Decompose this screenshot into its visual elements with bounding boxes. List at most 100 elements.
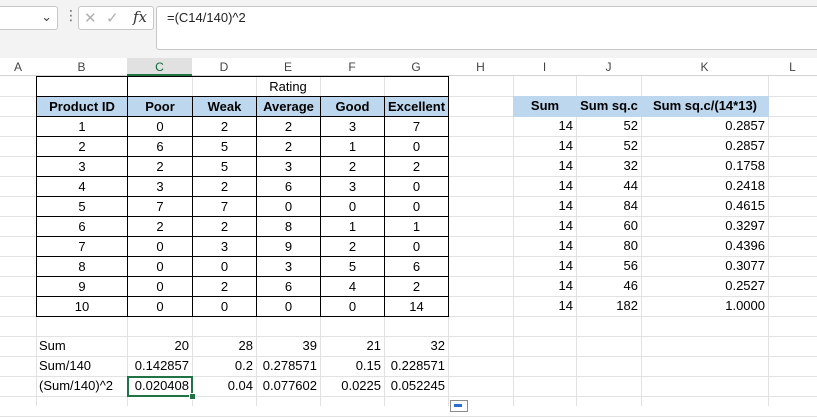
column-header-b[interactable]: B <box>36 58 127 76</box>
table-cell[interactable]: 2 <box>192 176 257 197</box>
table-cell[interactable]: 3 <box>36 156 128 177</box>
stats-cell[interactable]: 32 <box>576 156 642 177</box>
column-header-a[interactable]: A <box>0 58 36 76</box>
table-cell[interactable]: 2 <box>127 156 193 177</box>
stats-cell[interactable]: 14 <box>513 156 577 177</box>
summary-value[interactable]: 20 <box>127 336 193 357</box>
worksheet-grid[interactable]: A B C D E F G H I J K L Rating Product ID Poor Weak Aver… <box>0 58 817 417</box>
table-cell[interactable]: 2 <box>192 216 257 237</box>
stats-header[interactable]: Sum sq.c/(14*13) <box>641 96 769 117</box>
table-cell[interactable]: 0 <box>256 196 321 217</box>
table-cell[interactable]: 6 <box>127 136 193 157</box>
selected-cell-outline[interactable] <box>127 376 193 397</box>
stats-cell[interactable]: 44 <box>576 176 642 197</box>
rating-group-header[interactable]: Rating <box>127 76 449 97</box>
stats-cell[interactable]: 14 <box>513 276 577 297</box>
fill-handle[interactable] <box>189 393 196 400</box>
stats-cell[interactable]: 52 <box>576 116 642 137</box>
table-cell[interactable]: 5 <box>320 256 385 277</box>
table-cell[interactable]: 6 <box>36 216 128 237</box>
table-cell[interactable]: 2 <box>256 136 321 157</box>
table-cell[interactable]: 4 <box>36 176 128 197</box>
stats-cell[interactable]: 46 <box>576 276 642 297</box>
summary-value[interactable]: 0.077602 <box>256 376 321 397</box>
stats-cell[interactable]: 14 <box>513 136 577 157</box>
table-cell[interactable]: 2 <box>256 116 321 137</box>
summary-label[interactable]: (Sum/140)^2 <box>36 376 128 397</box>
table-cell[interactable]: 0 <box>384 196 449 217</box>
table-cell[interactable]: 6 <box>256 176 321 197</box>
table-cell[interactable]: 6 <box>384 256 449 277</box>
summary-value[interactable]: 32 <box>384 336 449 357</box>
column-header-i[interactable]: I <box>513 58 576 76</box>
summary-value[interactable]: 0.142857 <box>127 356 193 377</box>
table-cell[interactable]: 9 <box>36 276 128 297</box>
stats-cell[interactable]: 0.2857 <box>641 116 769 137</box>
table-cell[interactable]: 9 <box>256 236 321 257</box>
summary-value[interactable]: 0.052245 <box>384 376 449 397</box>
table-cell[interactable]: 5 <box>192 156 257 177</box>
stats-cell[interactable]: 14 <box>513 296 577 317</box>
stats-cell[interactable]: 80 <box>576 236 642 257</box>
quick-analysis-icon[interactable] <box>450 400 468 412</box>
table-cell[interactable]: 3 <box>192 236 257 257</box>
table-cell[interactable]: 8 <box>36 256 128 277</box>
name-box[interactable]: ⌄ <box>0 6 58 30</box>
table-cell[interactable]: 3 <box>320 176 385 197</box>
table-cell[interactable]: 6 <box>256 276 321 297</box>
table-cell[interactable]: 1 <box>320 136 385 157</box>
summary-value[interactable]: 28 <box>192 336 257 357</box>
table-cell[interactable] <box>36 76 128 97</box>
table-cell[interactable]: 10 <box>36 296 128 317</box>
table-cell[interactable]: 3 <box>256 156 321 177</box>
column-header-k[interactable]: K <box>641 58 768 76</box>
summary-value[interactable]: 0.04 <box>192 376 257 397</box>
stats-cell[interactable]: 0.4396 <box>641 236 769 257</box>
summary-value[interactable]: 0.0225 <box>320 376 385 397</box>
column-header-g[interactable]: G <box>384 58 448 76</box>
stats-cell[interactable]: 14 <box>513 256 577 277</box>
table-cell[interactable]: 1 <box>320 216 385 237</box>
table-cell[interactable]: 4 <box>320 276 385 297</box>
stats-cell[interactable]: 0.3297 <box>641 216 769 237</box>
stats-header[interactable]: Sum <box>513 96 577 117</box>
table-cell[interactable]: 0 <box>384 236 449 257</box>
stats-cell[interactable]: 1.0000 <box>641 296 769 317</box>
column-header-d[interactable]: D <box>192 58 256 76</box>
column-header-j[interactable]: J <box>576 58 641 76</box>
table-cell[interactable]: 3 <box>127 176 193 197</box>
summary-value[interactable]: 21 <box>320 336 385 357</box>
table-cell[interactable]: 2 <box>127 216 193 237</box>
table-cell[interactable]: 14 <box>384 296 449 317</box>
stats-cell[interactable]: 182 <box>576 296 642 317</box>
table-cell[interactable]: 2 <box>192 116 257 137</box>
table-header[interactable]: Poor <box>127 96 193 117</box>
table-cell[interactable]: 7 <box>192 196 257 217</box>
stats-header[interactable]: Sum sq.c <box>576 96 642 117</box>
column-header-h[interactable]: H <box>448 58 513 76</box>
stats-cell[interactable]: 14 <box>513 236 577 257</box>
table-cell[interactable]: 3 <box>256 256 321 277</box>
table-cell[interactable]: 5 <box>192 136 257 157</box>
stats-cell[interactable]: 60 <box>576 216 642 237</box>
column-header-f[interactable]: F <box>320 58 384 76</box>
table-cell[interactable]: 0 <box>127 236 193 257</box>
table-cell[interactable]: 2 <box>192 276 257 297</box>
stats-cell[interactable]: 14 <box>513 116 577 137</box>
summary-value[interactable]: 0.278571 <box>256 356 321 377</box>
stats-cell[interactable]: 0.4615 <box>641 196 769 217</box>
more-options-icon[interactable]: ⋮ <box>64 7 78 24</box>
table-cell[interactable]: 0 <box>127 296 193 317</box>
table-cell[interactable]: 2 <box>320 236 385 257</box>
table-cell[interactable]: 2 <box>320 156 385 177</box>
table-cell[interactable]: 5 <box>36 196 128 217</box>
summary-label[interactable]: Sum/140 <box>36 356 128 377</box>
column-header-e[interactable]: E <box>256 58 320 76</box>
cancel-icon[interactable]: ✕ <box>84 9 97 27</box>
table-cell[interactable]: 0 <box>127 116 193 137</box>
stats-cell[interactable]: 14 <box>513 196 577 217</box>
summary-value[interactable]: 0.228571 <box>384 356 449 377</box>
table-cell[interactable]: 2 <box>36 136 128 157</box>
table-cell[interactable]: 0 <box>192 256 257 277</box>
table-cell[interactable]: 2 <box>384 156 449 177</box>
